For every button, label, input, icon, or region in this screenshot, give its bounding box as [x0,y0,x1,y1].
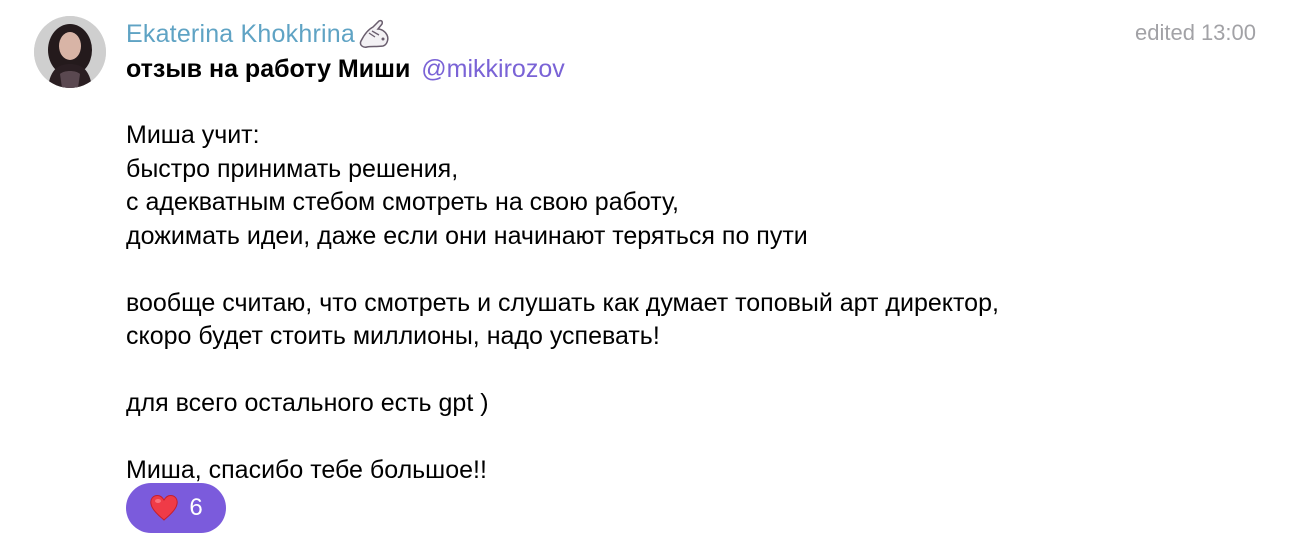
pointing-hand-sticker-icon [357,19,391,49]
message-line: с адекватным стебом смотреть на свою раб… [126,188,679,216]
avatar-photo [34,16,106,88]
message-line: Миша учит: [126,121,260,149]
message-line: быстро принимать решения, [126,154,459,183]
message-line: для всего остального есть gpt ) [126,389,489,417]
reaction-count: 6 [189,494,203,521]
message-line: скоро будет стоить миллионы, надо успева… [126,322,660,350]
message-title-text: отзыв на работу Миши [126,55,411,83]
message-line: Миша, спасибо тебе большое!! [126,456,487,484]
message-title: отзыв на работу Миши @mikkirozov [126,55,565,84]
heart-reaction-button[interactable]: 6 [126,483,226,533]
message-body: Миша учит: быстро принимать решения, с а… [126,119,999,488]
message-header: Ekaterina Khokhrina [126,17,391,51]
message-line: вообще считаю, что смотреть и слушать ка… [126,288,999,317]
message-timestamp: edited 13:00 [1135,20,1256,46]
message-time: 13:00 [1200,20,1256,45]
message-line: дожимать идеи, даже если они начинают те… [126,221,808,250]
avatar[interactable] [34,16,106,88]
edited-label: edited [1134,20,1195,45]
author-name[interactable]: Ekaterina Khokhrina [126,20,355,49]
mention-link[interactable]: @mikkirozov [421,55,564,83]
heart-icon [150,494,179,521]
